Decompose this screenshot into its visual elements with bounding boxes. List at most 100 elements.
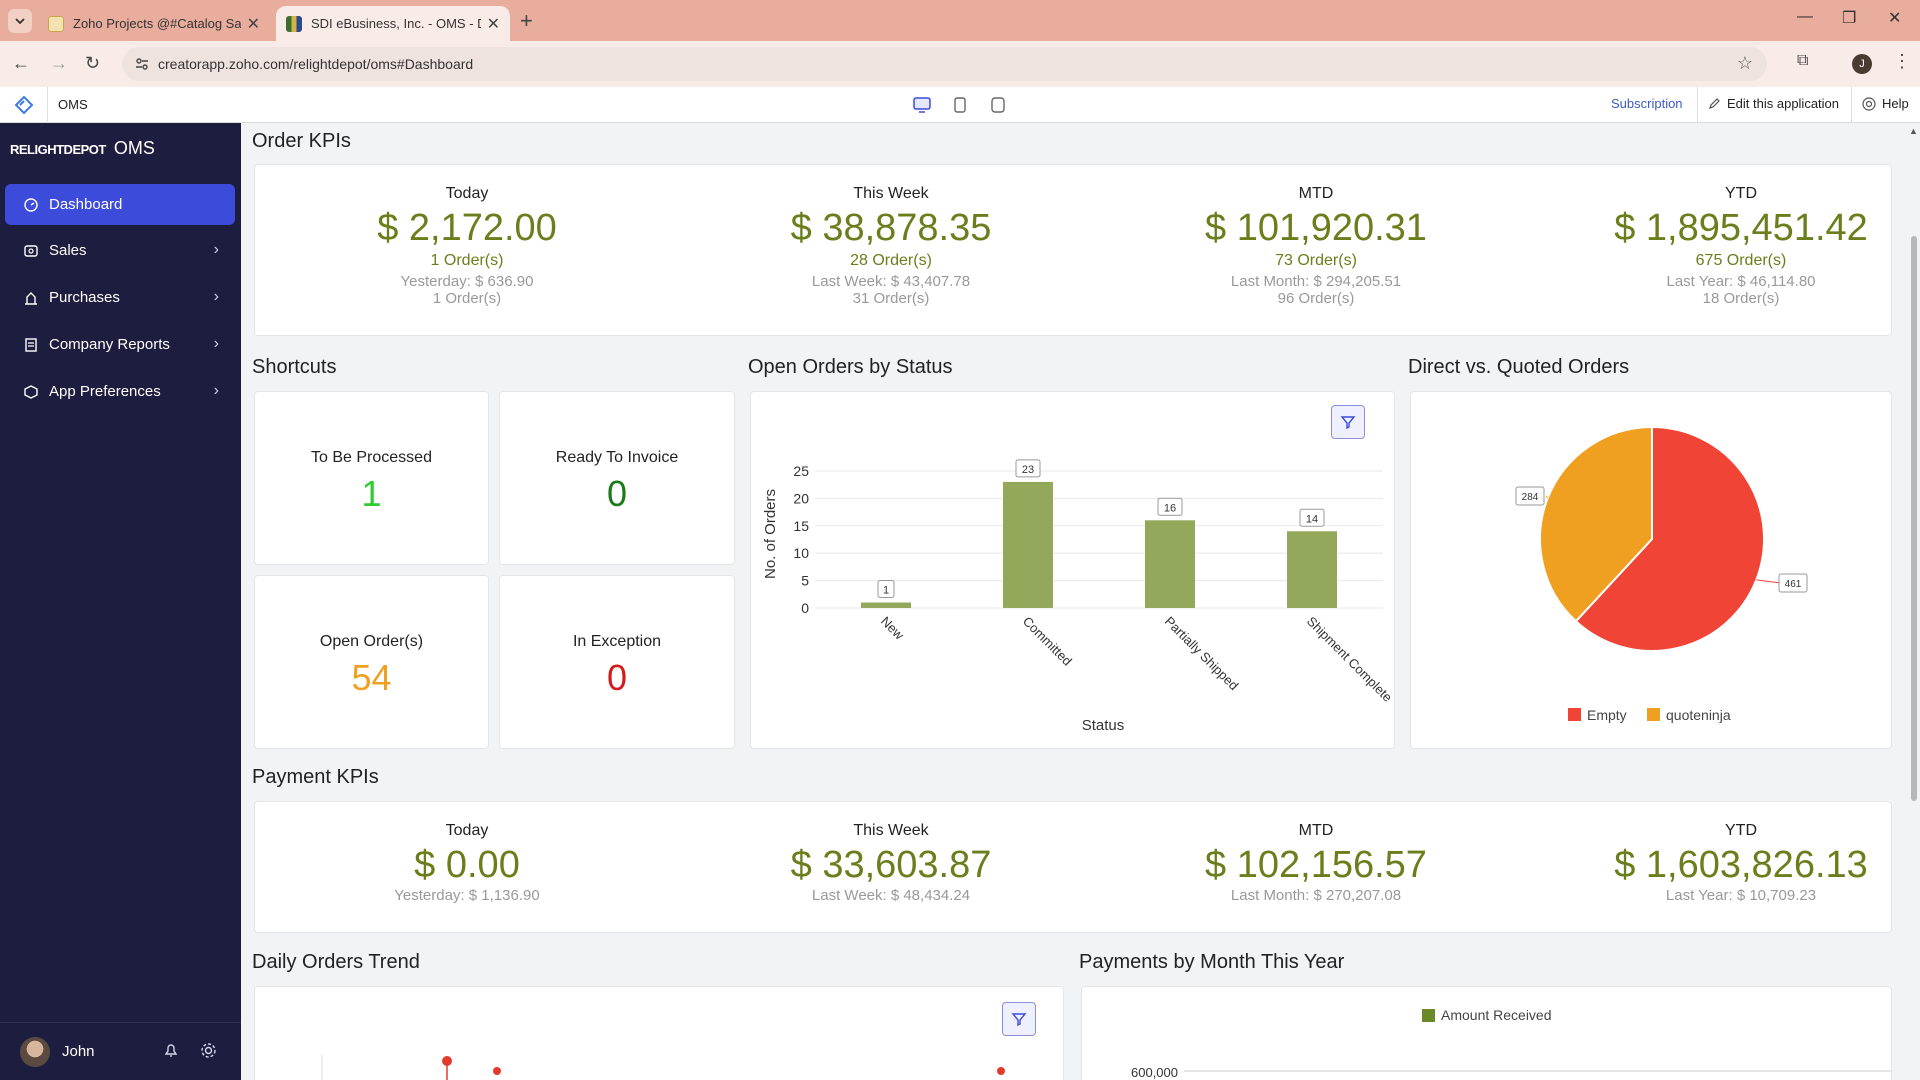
direct-quoted-title: Direct vs. Quoted Orders bbox=[1408, 356, 1630, 378]
sidebar: RELIGHTDEPOT OMS Dashboard Sales › Purch… bbox=[0, 123, 241, 1080]
kpi-mtd: MTD $ 101,920.31 73 Order(s) Last Month:… bbox=[1104, 165, 1528, 307]
bar bbox=[1287, 531, 1337, 608]
data-label: 461 bbox=[1785, 579, 1802, 590]
profile-avatar[interactable]: J bbox=[1852, 54, 1872, 74]
tab-title: Zoho Projects @#Catalog Says bbox=[73, 16, 241, 31]
help-button[interactable]: Help bbox=[1862, 96, 1909, 111]
preferences-icon bbox=[23, 384, 39, 400]
site-info-icon[interactable] bbox=[134, 56, 150, 72]
bell-icon[interactable] bbox=[163, 1042, 179, 1063]
browser-tab-bar: Zoho Projects @#Catalog Says ✕ SDI eBusi… bbox=[0, 0, 1920, 41]
y-tick-label: 0 bbox=[801, 600, 809, 616]
daily-orders-chart-card bbox=[254, 986, 1064, 1080]
sidebar-item-dashboard[interactable]: Dashboard bbox=[5, 184, 235, 225]
data-label: 14 bbox=[1306, 513, 1318, 525]
data-point bbox=[493, 1067, 501, 1075]
mobile-view-icon[interactable] bbox=[988, 95, 1008, 115]
new-tab-button[interactable]: + bbox=[520, 8, 533, 34]
brand: RELIGHTDEPOT OMS bbox=[10, 138, 155, 159]
legend-swatch bbox=[1647, 708, 1660, 721]
minimize-icon[interactable]: — bbox=[1797, 8, 1813, 26]
shortcut-label: In Exception bbox=[572, 633, 662, 650]
kpi-today: Today $ 2,172.00 1 Order(s) Yesterday: $… bbox=[255, 165, 679, 307]
chevron-right-icon: › bbox=[213, 241, 219, 258]
browser-tab-oms[interactable]: SDI eBusiness, Inc. - OMS - Da ✕ bbox=[276, 6, 510, 41]
kpi-amount: $ 1,603,826.13 bbox=[1614, 844, 1868, 886]
shortcut-ready-to-invoice[interactable]: Ready To Invoice 0 bbox=[499, 391, 735, 565]
edit-application-button[interactable]: Edit this application bbox=[1708, 96, 1839, 111]
sidebar-item-label: Dashboard bbox=[49, 196, 123, 213]
dashboard-main: Order KPIs Today $ 2,172.00 1 Order(s) Y… bbox=[241, 123, 1920, 1080]
y-tick-label: 10 bbox=[793, 545, 809, 561]
kpi-amount: $ 101,920.31 bbox=[1205, 207, 1427, 249]
forward-icon[interactable]: → bbox=[50, 53, 68, 74]
data-label: 23 bbox=[1022, 464, 1034, 476]
sidebar-item-sales[interactable]: Sales › bbox=[5, 230, 235, 271]
avatar[interactable] bbox=[20, 1036, 50, 1067]
open-orders-title: Open Orders by Status bbox=[748, 356, 953, 378]
kpi-amount: $ 2,172.00 bbox=[377, 207, 557, 249]
url-text: creatorapp.zoho.com/relightdepot/oms#Das… bbox=[158, 56, 474, 72]
kpi-previous-orders: 1 Order(s) bbox=[432, 290, 502, 307]
shortcut-value: 1 bbox=[361, 473, 382, 514]
sidebar-item-app-preferences[interactable]: App Preferences › bbox=[5, 371, 235, 412]
data-point bbox=[997, 1067, 1005, 1075]
gear-icon[interactable] bbox=[200, 1042, 217, 1064]
relightdepot-logo: RELIGHTDEPOT bbox=[10, 142, 106, 157]
url-input[interactable]: creatorapp.zoho.com/relightdepot/oms#Das… bbox=[122, 47, 1767, 81]
direct-quoted-chart-card: 461 284 Empty quoteninja bbox=[1410, 391, 1892, 749]
shortcut-open-orders[interactable]: Open Order(s) 54 bbox=[254, 575, 489, 749]
sidebar-item-company-reports[interactable]: Company Reports › bbox=[5, 324, 235, 365]
browser-tab-zoho-projects[interactable]: Zoho Projects @#Catalog Says ✕ bbox=[38, 6, 270, 41]
payment-kpi-mtd: MTD $ 102,156.57 Last Month: $ 270,207.0… bbox=[1104, 802, 1528, 904]
back-icon[interactable]: ← bbox=[12, 53, 30, 74]
tab-search-button[interactable] bbox=[8, 9, 32, 33]
data-label: 16 bbox=[1164, 502, 1176, 514]
data-label: 284 bbox=[1522, 492, 1539, 503]
subscription-link[interactable]: Subscription bbox=[1611, 96, 1683, 111]
y-tick-label: 20 bbox=[793, 490, 809, 506]
open-orders-bar-chart: 0 5 10 15 20 25 1 New 23 Committed 16 Partially Shi… bbox=[762, 459, 1395, 734]
purchases-icon bbox=[23, 290, 39, 306]
payment-kpis-card: Today $ 0.00 Yesterday: $ 1,136.90 This … bbox=[254, 801, 1892, 933]
browser-address-bar: ← → ↻ creatorapp.zoho.com/relightdepot/o… bbox=[0, 41, 1920, 87]
pencil-icon bbox=[1709, 98, 1720, 109]
tablet-view-icon[interactable] bbox=[950, 95, 970, 115]
bookmark-star-icon[interactable]: ☆ bbox=[1737, 53, 1753, 74]
user-name[interactable]: John bbox=[62, 1043, 95, 1060]
close-window-icon[interactable]: ✕ bbox=[1888, 8, 1901, 28]
kpi-previous: Last Year: $ 46,114.80 bbox=[1666, 273, 1816, 290]
daily-orders-line-chart bbox=[321, 1055, 1005, 1080]
bar bbox=[1003, 481, 1053, 608]
close-tab-icon[interactable]: ✕ bbox=[247, 14, 260, 34]
close-tab-icon[interactable]: ✕ bbox=[487, 14, 500, 34]
browser-menu-icon[interactable]: ⋮ bbox=[1893, 51, 1911, 72]
sidebar-item-label: Company Reports bbox=[49, 336, 170, 353]
kpi-previous-orders: 18 Order(s) bbox=[1702, 290, 1780, 307]
kpi-previous: Last Week: $ 43,407.78 bbox=[811, 273, 971, 290]
edit-application-label: Edit this application bbox=[1727, 96, 1840, 111]
scroll-up-icon[interactable]: ▲ bbox=[1909, 126, 1918, 136]
sidebar-item-purchases[interactable]: Purchases › bbox=[5, 277, 235, 318]
kpi-label: This Week bbox=[853, 185, 929, 202]
reload-icon[interactable]: ↻ bbox=[85, 53, 100, 74]
kpi-amount: $ 38,878.35 bbox=[790, 207, 992, 249]
user-panel: John bbox=[0, 1022, 241, 1080]
extensions-icon[interactable]: ⧉ bbox=[1797, 52, 1808, 70]
legend-label: Amount Received bbox=[1441, 1007, 1552, 1023]
divider bbox=[47, 87, 48, 123]
zoho-creator-logo-icon[interactable] bbox=[14, 95, 34, 115]
x-tick-label: Partially Shipped bbox=[1162, 614, 1242, 694]
shortcut-in-exception[interactable]: In Exception 0 bbox=[499, 575, 735, 749]
desktop-view-icon[interactable] bbox=[912, 95, 932, 115]
y-tick-label: 15 bbox=[793, 518, 809, 534]
restore-icon[interactable]: ❐ bbox=[1842, 8, 1856, 28]
payments-month-chart: Amount Received 600,000 bbox=[1131, 1007, 1891, 1080]
kpi-orders: 28 Order(s) bbox=[850, 252, 932, 269]
kpi-label: Today bbox=[445, 185, 489, 202]
legend-swatch bbox=[1422, 1009, 1435, 1022]
shortcut-to-be-processed[interactable]: To Be Processed 1 bbox=[254, 391, 489, 565]
scrollbar-thumb[interactable] bbox=[1911, 236, 1917, 801]
divider bbox=[1851, 87, 1852, 123]
bar bbox=[861, 602, 911, 608]
